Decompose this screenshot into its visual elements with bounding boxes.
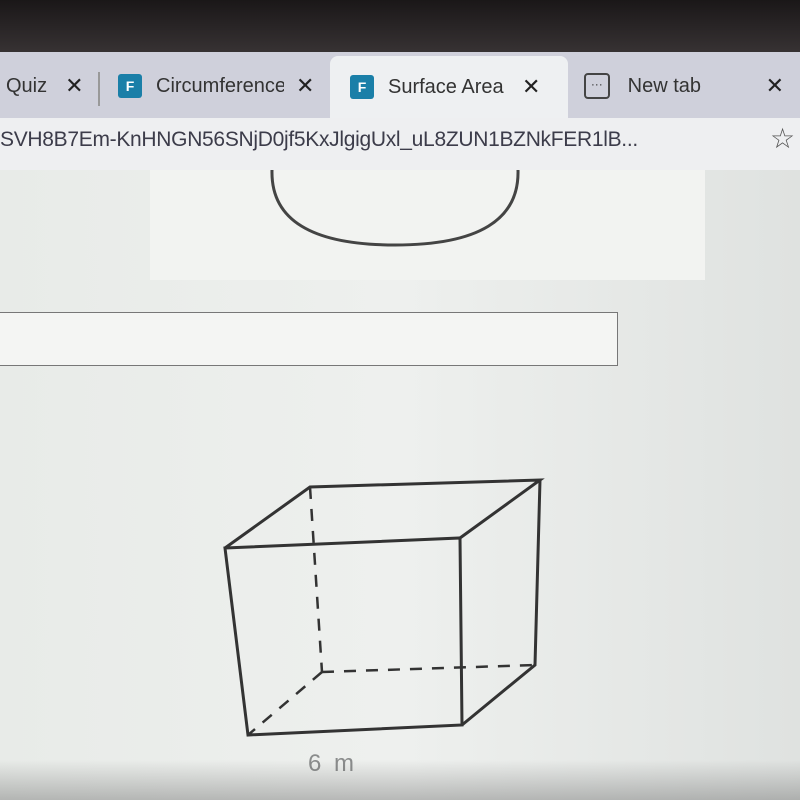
prism-front-face bbox=[223, 536, 464, 737]
circle-figure bbox=[270, 169, 520, 247]
screen-shadow bbox=[0, 760, 800, 800]
prism-top-face bbox=[224, 478, 545, 550]
prism-right-face bbox=[461, 479, 542, 727]
question-figures bbox=[223, 169, 545, 737]
answer-input[interactable] bbox=[0, 312, 618, 366]
prism-hidden-edges bbox=[247, 486, 536, 736]
rectangular-prism-figure bbox=[223, 478, 545, 737]
